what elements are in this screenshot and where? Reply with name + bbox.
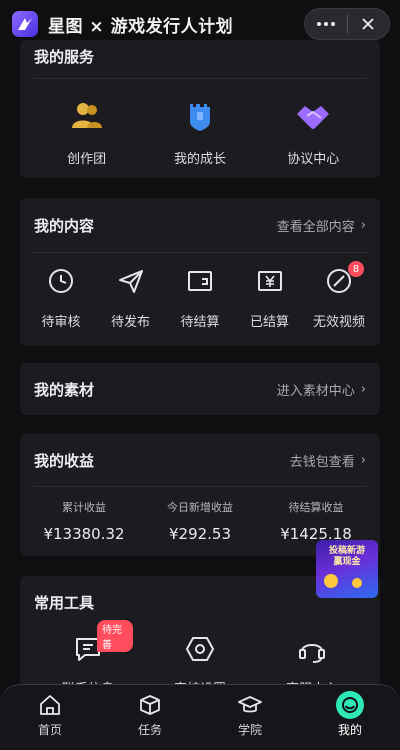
content-title: 我的内容 — [34, 216, 95, 235]
view-all-content-label: 查看全部内容 — [276, 219, 355, 235]
chevron-right-icon: › — [360, 381, 366, 397]
income-title: 我的收益 — [34, 451, 95, 470]
content-settled[interactable]: 已结算 — [237, 267, 303, 330]
content-pending-settlement[interactable]: 待结算 — [167, 267, 233, 330]
content-pending-review[interactable]: 待审核 — [28, 267, 94, 330]
wallet-icon — [188, 271, 212, 291]
content-pending-publish[interactable]: 待发布 — [98, 267, 164, 330]
materials-card[interactable]: 我的素材 进入素材中心 › — [20, 363, 380, 415]
headset-icon — [299, 644, 325, 663]
app-logo-icon — [12, 11, 38, 37]
materials-title: 我的素材 — [34, 380, 95, 399]
services-title: 我的服务 — [34, 48, 95, 66]
enter-materials-label: 进入素材中心 — [276, 383, 355, 399]
send-icon — [118, 270, 143, 293]
tab-academy[interactable]: 学院 — [215, 693, 285, 750]
income-today: 今日新增收益 ¥292.53 — [167, 501, 233, 543]
mini-program-capsule — [304, 8, 390, 40]
divider — [34, 78, 366, 79]
income-total: 累计收益 ¥13380.32 — [43, 501, 125, 543]
coin-icon — [324, 574, 338, 588]
tools-title: 常用工具 — [34, 594, 95, 612]
service-creator-team[interactable]: 创作团 — [37, 98, 137, 167]
bottom-tabbar: 首页 任务 学院 我的 — [0, 684, 400, 750]
handshake-icon — [297, 106, 330, 129]
yen-icon — [257, 271, 282, 291]
more-icon[interactable] — [305, 9, 347, 39]
tab-mine[interactable]: 我的 — [315, 691, 385, 750]
hexagon-settings-icon — [185, 637, 215, 661]
tab-tasks[interactable]: 任务 — [115, 693, 185, 750]
service-agreement-center[interactable]: 协议中心 — [263, 98, 363, 167]
tab-home[interactable]: 首页 — [15, 693, 85, 750]
coin-icon — [352, 578, 362, 588]
content-card: 我的内容 查看全部内容 › 待审核 待发布 待结算 已结算 8 无效视频 — [20, 198, 380, 346]
wallet-link-label: 去钱包查看 — [289, 454, 355, 470]
promo-banner[interactable]: 投稿新游 赢现金 — [316, 540, 378, 598]
badge-count: 8 — [348, 261, 364, 277]
enter-materials-link[interactable]: 进入素材中心 › — [277, 380, 366, 399]
tower-shield-icon — [189, 104, 210, 131]
people-icon — [71, 103, 102, 128]
profile-icon — [336, 691, 364, 719]
incomplete-tag: 待完善 — [97, 620, 133, 652]
view-all-content-link[interactable]: 查看全部内容 › — [277, 216, 366, 235]
promo-text: 投稿新游 赢现金 — [328, 546, 365, 567]
service-my-growth[interactable]: 我的成长 — [150, 98, 250, 167]
income-card: 我的收益 去钱包查看 › 累计收益 ¥13380.32 今日新增收益 ¥292.… — [20, 434, 380, 556]
content-invalid-videos[interactable]: 8 无效视频 — [306, 261, 372, 330]
services-card: 我的服务 创作团 我的成长 协议中心 — [20, 40, 380, 178]
home-icon — [40, 695, 60, 715]
clock-icon — [49, 269, 73, 293]
box-icon — [140, 695, 160, 715]
app-title: 星图 × 游戏发行人计划 — [48, 16, 234, 37]
chevron-right-icon: › — [360, 452, 366, 468]
wallet-link[interactable]: 去钱包查看 › — [290, 451, 366, 470]
graduation-cap-icon — [238, 696, 262, 713]
income-pending: 待结算收益 ¥1425.18 — [280, 501, 352, 543]
chevron-right-icon: › — [360, 217, 366, 233]
close-icon[interactable] — [347, 9, 389, 39]
